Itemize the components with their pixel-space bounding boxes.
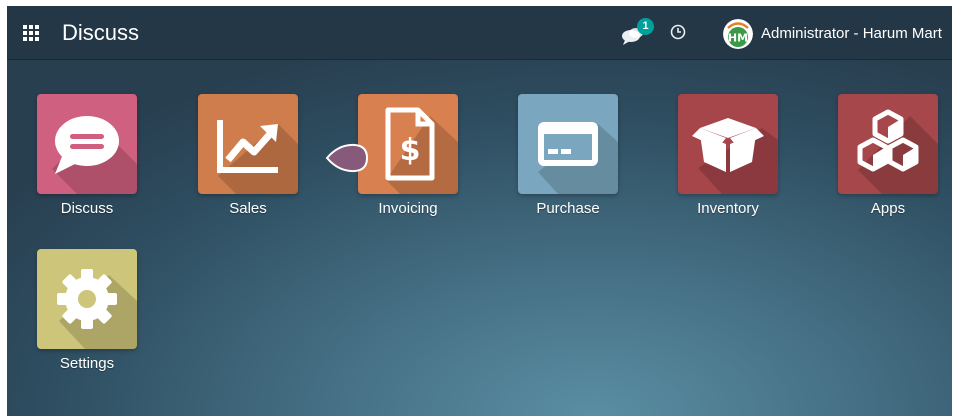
app-icon-sales — [198, 94, 298, 194]
tour-tip-bubble[interactable] — [325, 142, 371, 174]
svg-text:$: $ — [400, 133, 421, 168]
home-menu-screen: Discuss 1 HM Administrator - Harum Mart — [7, 6, 952, 416]
app-purchase[interactable]: Purchase — [513, 94, 623, 234]
gear-icon — [57, 269, 117, 329]
chat-count-badge[interactable]: 1 — [637, 18, 654, 35]
app-icon-settings — [37, 249, 137, 349]
top-navbar: Discuss 1 HM Administrator - Harum Mart — [7, 6, 952, 60]
app-icon-discuss — [37, 94, 137, 194]
open-box-icon — [692, 118, 764, 172]
user-menu[interactable]: Administrator - Harum Mart — [761, 24, 942, 43]
app-apps[interactable]: Apps — [833, 94, 943, 234]
app-inventory[interactable]: Inventory — [673, 94, 783, 234]
app-label: Discuss — [60, 200, 114, 217]
app-label: Invoicing — [378, 200, 438, 217]
app-label: Sales — [229, 200, 267, 217]
app-icon-apps — [838, 94, 938, 194]
app-icon-purchase — [518, 94, 618, 194]
app-sales[interactable]: Sales — [193, 94, 303, 234]
app-label: Apps — [870, 200, 906, 217]
credit-card-icon — [538, 122, 598, 166]
app-label: Purchase — [536, 200, 600, 217]
app-title: Discuss — [62, 20, 140, 45]
invoice-dollar-icon: $ — [385, 107, 435, 181]
app-icon-inventory — [678, 94, 778, 194]
avatar-initials: HM — [728, 32, 748, 45]
app-icon-invoicing: $ — [358, 94, 458, 194]
app-discuss[interactable]: Discuss — [32, 94, 142, 234]
app-label: Settings — [59, 355, 115, 372]
user-avatar[interactable]: HM — [723, 19, 753, 49]
app-label: Inventory — [697, 200, 759, 217]
app-settings[interactable]: Settings — [32, 249, 142, 389]
cubes-icon — [857, 109, 919, 172]
chat-bubble-icon — [55, 116, 119, 174]
apps-grid-icon[interactable] — [23, 25, 39, 41]
trending-chart-icon — [217, 120, 278, 173]
clock-icon[interactable] — [670, 24, 686, 40]
